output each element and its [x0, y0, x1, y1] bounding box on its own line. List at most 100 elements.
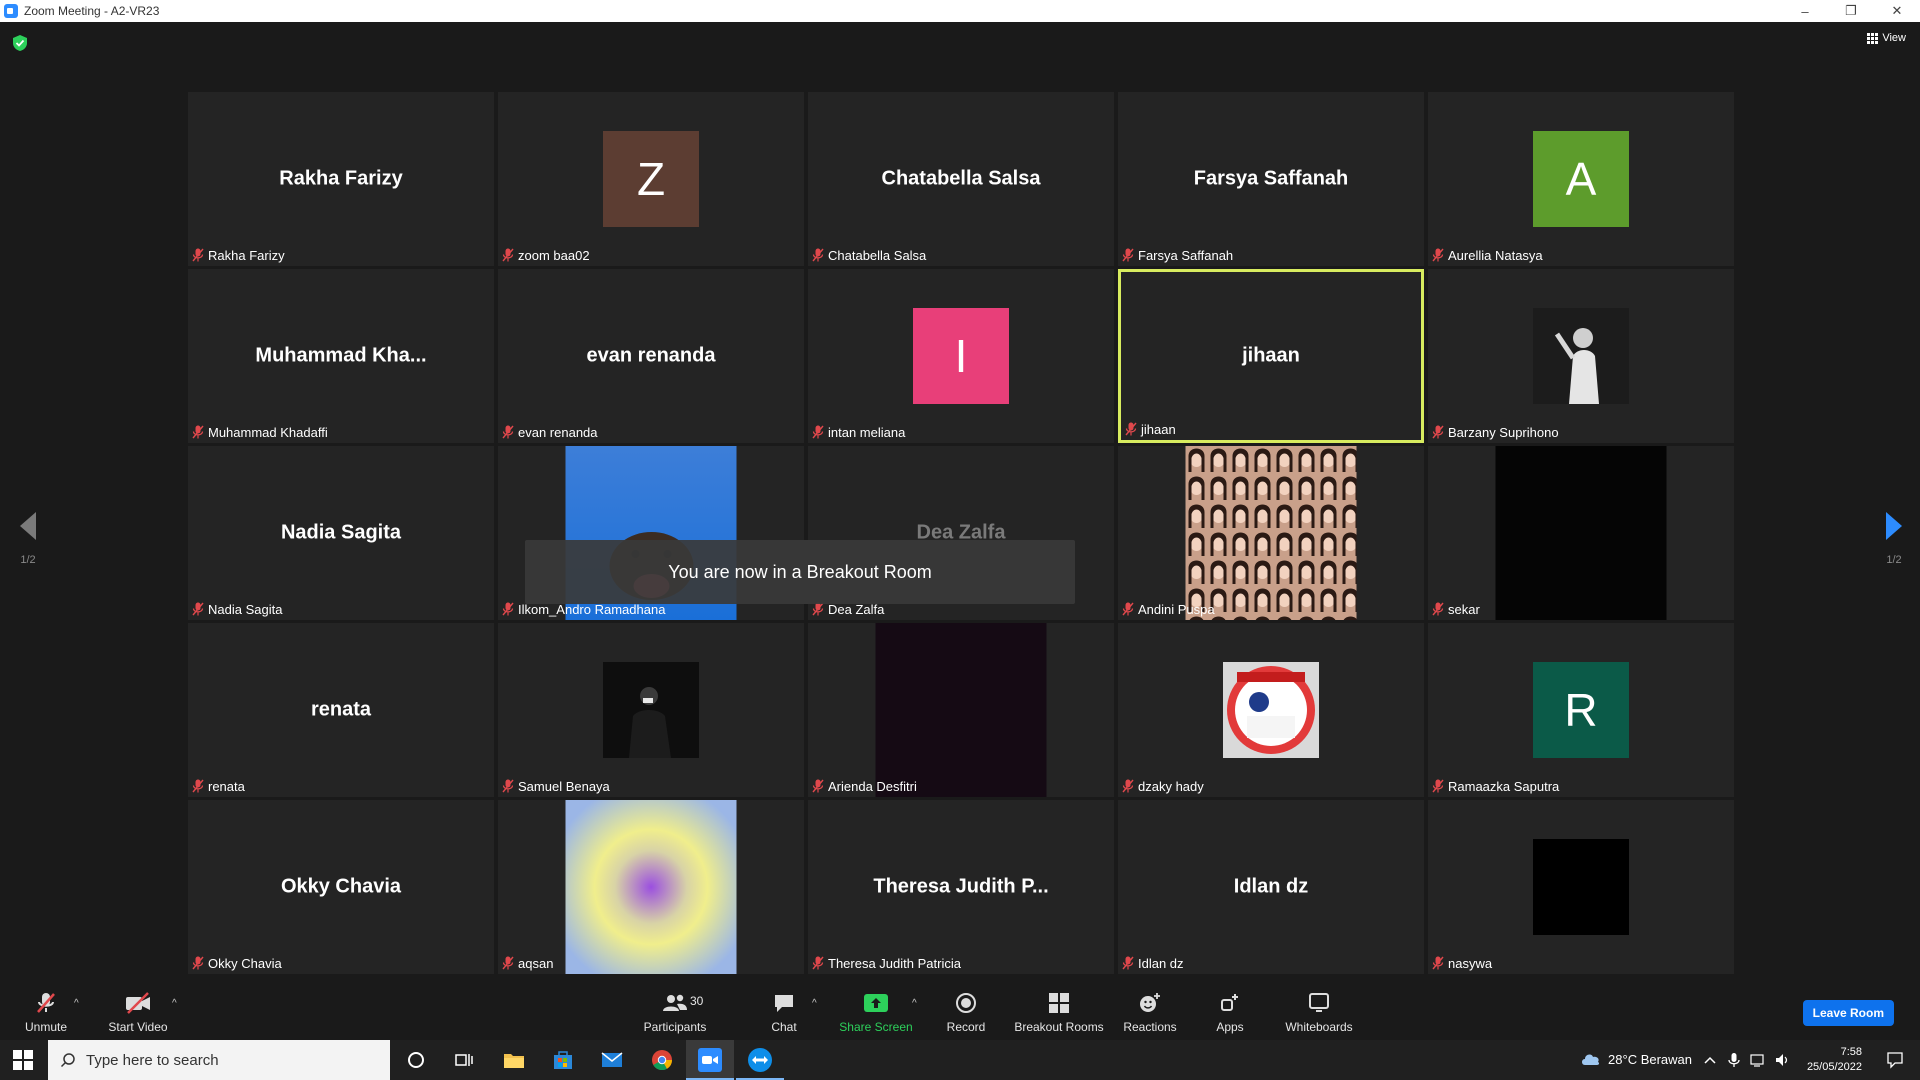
participant-name-tag: nasywa — [1432, 954, 1492, 972]
participant-name-tag: Muhammad Khadaffi — [192, 423, 328, 441]
participant-tile[interactable]: Zzoom baa02 — [498, 92, 804, 266]
breakout-rooms-button[interactable]: Breakout Rooms — [1012, 986, 1106, 1040]
participant-name-tag: Theresa Judith Patricia — [812, 954, 961, 972]
reactions-button[interactable]: Reactions — [1122, 986, 1178, 1040]
arrow-left-icon — [20, 512, 36, 540]
participant-tile[interactable]: renata renata — [188, 623, 494, 797]
breakout-room-notice: You are now in a Breakout Room — [525, 540, 1075, 604]
audio-options-caret[interactable]: ^ — [74, 998, 79, 1009]
breakout-rooms-label: Breakout Rooms — [1014, 1020, 1104, 1034]
participant-display-name: Muhammad Kha... — [255, 344, 427, 367]
weather-widget[interactable]: 28°C Berawan — [1580, 1051, 1692, 1067]
whiteboard-icon — [1308, 991, 1330, 1015]
previous-page-button[interactable]: 1/2 — [20, 512, 36, 566]
participant-tile[interactable]: Rakha Farizy Rakha Farizy — [188, 92, 494, 266]
muted-mic-icon — [192, 425, 204, 439]
participant-display-name: Farsya Saffanah — [1193, 167, 1349, 190]
participant-name: Arienda Desfitri — [828, 778, 917, 794]
participant-tile[interactable]: nasywa — [1428, 800, 1734, 974]
participant-tile[interactable]: Theresa Judith P... Theresa Judith Patric… — [808, 800, 1114, 974]
zoom-taskbar-icon[interactable] — [686, 1048, 734, 1080]
participant-name-tag: Samuel Benaya — [502, 777, 610, 795]
task-view-icon[interactable] — [452, 1048, 476, 1072]
participant-name-tag: Andini Puspa — [1122, 600, 1215, 618]
chat-options-caret[interactable]: ^ — [812, 998, 817, 1009]
view-button[interactable]: View — [1867, 32, 1906, 44]
participant-tile[interactable]: Nadia Sagita Nadia Sagita — [188, 446, 494, 620]
restore-button[interactable]: ❐ — [1828, 0, 1874, 22]
window-title: Zoom Meeting - A2-VR23 — [24, 4, 160, 18]
participant-name: sekar — [1448, 601, 1480, 617]
participant-name: aqsan — [518, 955, 554, 971]
avatar: A — [1533, 131, 1629, 227]
network-icon[interactable] — [1750, 1052, 1766, 1068]
windows-taskbar: Type here to search 28°C Berawan 7:58 25… — [0, 1040, 1920, 1080]
video-options-caret[interactable]: ^ — [172, 998, 177, 1009]
taskbar-search-box[interactable]: Type here to search — [48, 1040, 390, 1080]
participant-tile[interactable]: Barzany Suprihono — [1428, 269, 1734, 443]
unmute-button[interactable]: Unmute — [22, 986, 70, 1040]
participant-photo — [1533, 308, 1629, 404]
participant-tile[interactable]: A Aurellia Natasya — [1428, 92, 1734, 266]
minimize-button[interactable]: – — [1782, 0, 1828, 22]
muted-mic-icon — [1432, 425, 1444, 439]
participant-tile[interactable]: sekar — [1428, 446, 1734, 620]
share-screen-button[interactable]: Share Screen — [836, 986, 916, 1040]
windows-start-button[interactable] — [8, 1049, 38, 1071]
participant-tile[interactable]: jihaan jihaan — [1118, 269, 1424, 443]
participant-name: Rakha Farizy — [208, 247, 285, 263]
participant-tile[interactable]: R Ramaazka Saputra — [1428, 623, 1734, 797]
notification-center-icon[interactable] — [1886, 1051, 1904, 1069]
participant-name: Andini Puspa — [1138, 601, 1215, 617]
record-button[interactable]: Record — [944, 986, 988, 1040]
cloud-icon — [1582, 1054, 1600, 1065]
muted-mic-icon — [192, 248, 204, 262]
participant-tile[interactable]: dzaky hady — [1118, 623, 1424, 797]
close-window-button[interactable]: ✕ — [1874, 0, 1920, 22]
muted-mic-icon — [1432, 602, 1444, 616]
share-options-caret[interactable]: ^ — [912, 998, 917, 1009]
speaker-icon[interactable] — [1774, 1052, 1790, 1068]
participant-name-tag: Aurellia Natasya — [1432, 246, 1543, 264]
participant-name: Barzany Suprihono — [1448, 424, 1559, 440]
participant-tile[interactable]: evan renanda evan renanda — [498, 269, 804, 443]
participant-tile[interactable]: Farsya Saffanah Farsya Saffanah — [1118, 92, 1424, 266]
participant-name: nasywa — [1448, 955, 1493, 971]
whiteboards-button[interactable]: Whiteboards — [1280, 986, 1358, 1040]
teamviewer-icon[interactable] — [736, 1048, 784, 1080]
muted-microphone-icon — [35, 991, 57, 1015]
chrome-icon[interactable] — [650, 1048, 674, 1072]
participant-name: Aurellia Natasya — [1448, 247, 1543, 263]
participant-tile[interactable]: Andini Puspa — [1118, 446, 1424, 620]
security-shield-icon[interactable] — [12, 34, 28, 52]
apps-button[interactable]: Apps — [1212, 986, 1248, 1040]
start-video-button[interactable]: Start Video — [106, 986, 170, 1040]
participant-name: Chatabella Salsa — [828, 247, 927, 263]
participant-tile[interactable]: Samuel Benaya — [498, 623, 804, 797]
participant-tile[interactable]: Muhammad Kha... Muhammad Khadaffi — [188, 269, 494, 443]
chat-button[interactable]: Chat — [764, 986, 804, 1040]
participant-name-tag: Idlan dz — [1122, 954, 1184, 972]
microphone-icon[interactable] — [1726, 1052, 1742, 1068]
video-off-icon — [124, 991, 152, 1015]
clock-time: 7:58 — [1840, 1046, 1862, 1058]
participant-tile[interactable]: aqsan — [498, 800, 804, 974]
file-explorer-icon[interactable] — [502, 1048, 526, 1072]
participant-tile[interactable]: Okky Chavia Okky Chavia — [188, 800, 494, 974]
taskbar-clock[interactable]: 7:58 25/05/2022 — [1807, 1045, 1862, 1075]
leave-room-button[interactable]: Leave Room — [1802, 1000, 1894, 1026]
weather-text: 28°C Berawan — [1608, 1051, 1692, 1067]
participant-display-name: jihaan — [1242, 344, 1300, 367]
microsoft-store-icon[interactable] — [551, 1048, 575, 1072]
mail-icon[interactable] — [600, 1048, 624, 1072]
cortana-icon[interactable] — [404, 1048, 428, 1072]
participant-photo — [565, 800, 737, 974]
participant-tile[interactable]: Arienda Desfitri — [808, 623, 1114, 797]
participant-tile[interactable]: Idlan dz Idlan dz — [1118, 800, 1424, 974]
chevron-up-icon[interactable] — [1702, 1052, 1718, 1068]
participant-tile[interactable]: Iintan meliana — [808, 269, 1114, 443]
start-video-label: Start Video — [108, 1020, 168, 1034]
next-page-button[interactable]: 1/2 — [1886, 512, 1902, 566]
participant-name: zoom baa02 — [518, 247, 590, 263]
participant-tile[interactable]: Chatabella Salsa Chatabella Salsa — [808, 92, 1114, 266]
